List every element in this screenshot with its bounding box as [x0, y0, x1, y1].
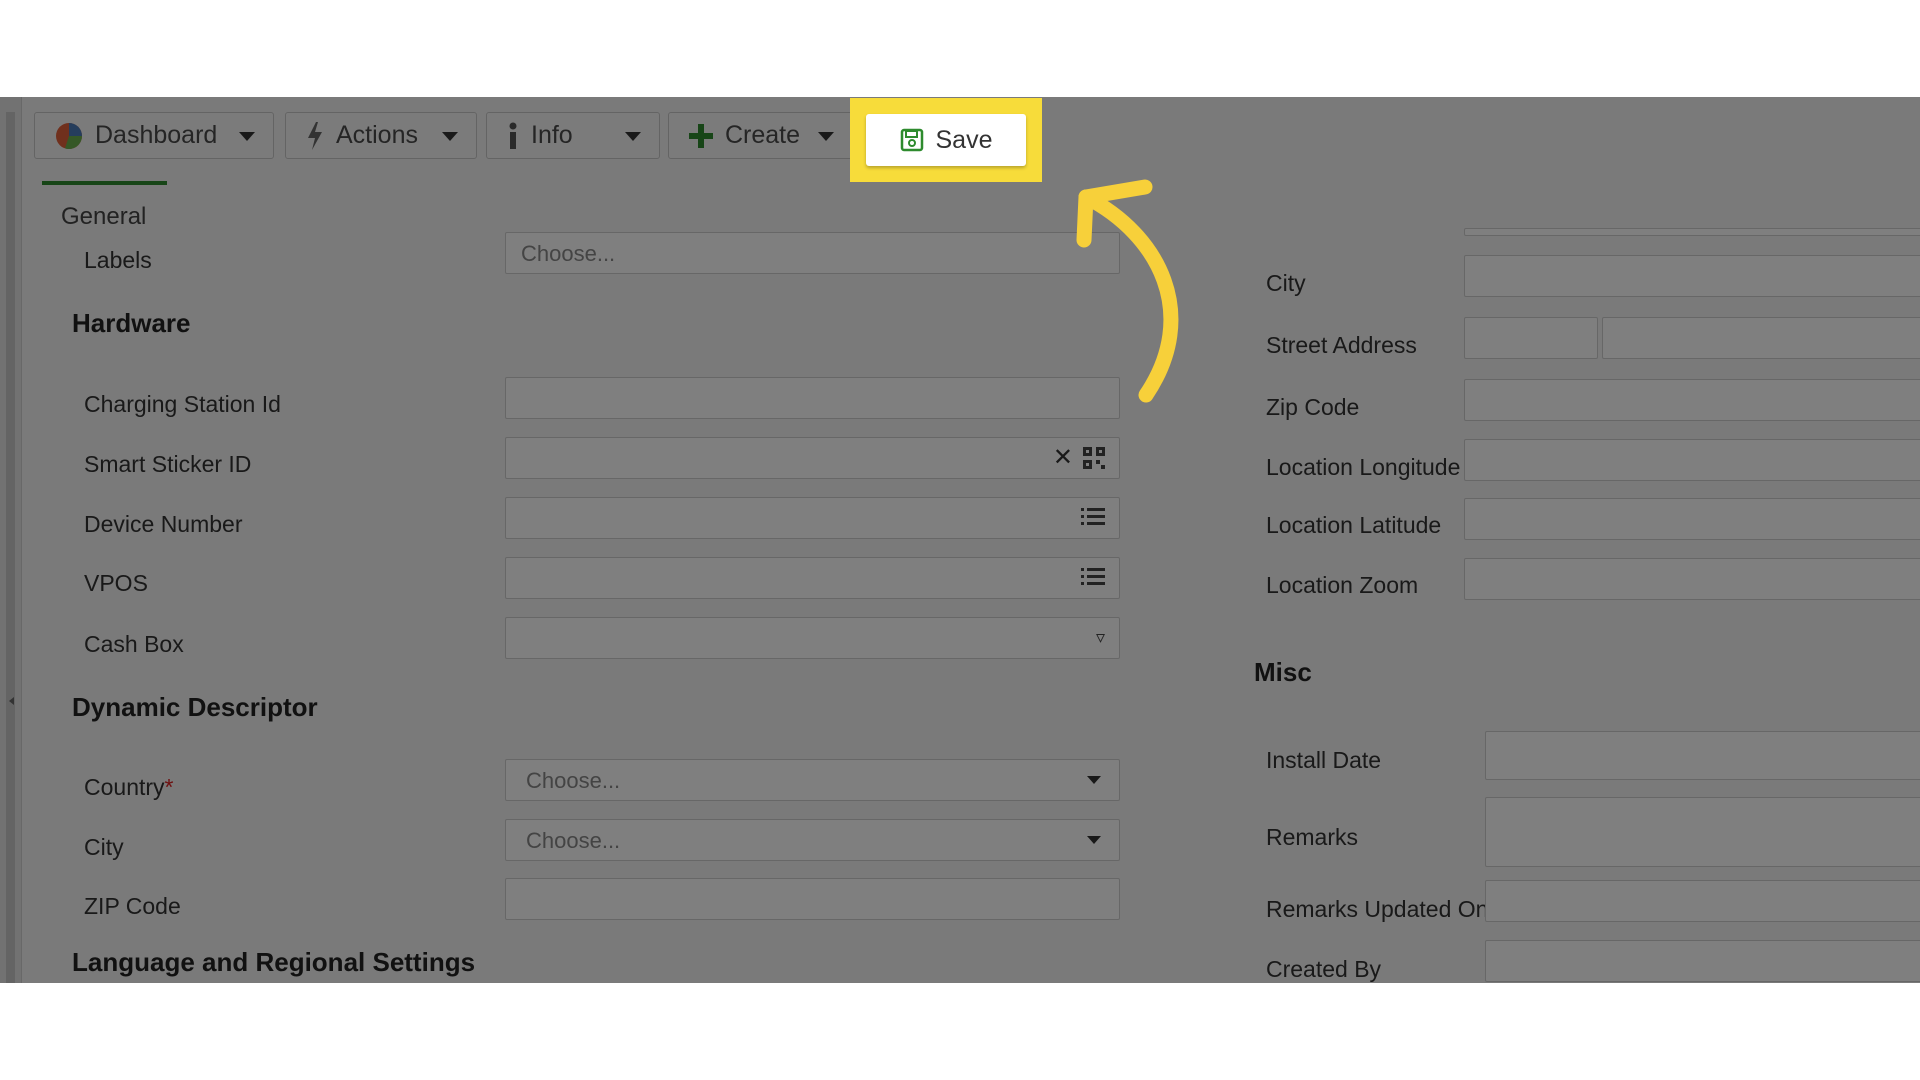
pie-chart-icon — [55, 122, 83, 150]
location-longitude-label: Location Longitude — [1266, 454, 1461, 480]
plus-icon — [689, 123, 713, 148]
zip-code-right-label: Zip Code — [1266, 394, 1360, 420]
rail-bar — [6, 112, 15, 983]
country-label: Country* — [84, 774, 174, 800]
create-button[interactable]: Create — [668, 112, 853, 159]
info-button[interactable]: Info — [486, 112, 660, 159]
city-label: City — [84, 834, 124, 860]
save-label: Save — [935, 125, 993, 154]
street-address-label: Street Address — [1266, 332, 1417, 358]
city-right-field[interactable] — [1464, 255, 1920, 297]
save-button[interactable]: Save — [866, 114, 1026, 166]
arrow-pointer — [1076, 179, 1179, 403]
collapse-arrow-icon[interactable] — [9, 697, 14, 705]
create-label: Create — [725, 121, 801, 149]
list-icon[interactable] — [1081, 507, 1105, 531]
left-rail — [0, 97, 22, 983]
required-mark: * — [164, 774, 174, 800]
street-address-field[interactable] — [1602, 317, 1920, 359]
cash-box-select[interactable]: ▿ — [505, 617, 1120, 659]
right-top-field-edge — [1464, 228, 1920, 236]
chevron-down-icon — [239, 132, 255, 141]
zip-code-label: ZIP Code — [84, 893, 181, 919]
remarks-updated-on-label: Remarks Updated On — [1266, 896, 1489, 922]
dynamic-descriptor-heading: Dynamic Descriptor — [72, 692, 318, 722]
country-select[interactable]: Choose... — [505, 759, 1120, 801]
clear-icon[interactable]: ✕ — [1053, 446, 1073, 470]
bolt-icon — [306, 121, 324, 150]
location-longitude-field[interactable] — [1464, 439, 1920, 481]
app-screenshot: Dashboard Actions Info Create General La… — [0, 97, 1920, 983]
device-number-field[interactable] — [505, 497, 1120, 539]
actions-label: Actions — [336, 121, 418, 149]
install-date-field[interactable] — [1485, 731, 1920, 780]
dashboard-label: Dashboard — [95, 121, 218, 149]
info-icon — [507, 122, 519, 150]
dashboard-button[interactable]: Dashboard — [34, 112, 274, 159]
save-highlight-box: Save — [850, 98, 1042, 182]
city-select[interactable]: Choose... — [505, 819, 1120, 861]
chevron-down-icon — [625, 132, 641, 141]
remarks-field[interactable] — [1485, 797, 1920, 867]
zip-code-right-field[interactable] — [1464, 379, 1920, 421]
smart-sticker-id-label: Smart Sticker ID — [84, 451, 252, 477]
smart-sticker-id-field[interactable]: ✕ — [505, 437, 1120, 479]
location-zoom-field[interactable] — [1464, 558, 1920, 600]
labels-field[interactable]: Choose... — [505, 232, 1120, 274]
created-by-field[interactable] — [1485, 940, 1920, 982]
charging-station-id-field[interactable] — [505, 377, 1120, 419]
vpos-label: VPOS — [84, 570, 148, 596]
chevron-down-icon — [818, 132, 834, 141]
install-date-label: Install Date — [1266, 747, 1382, 773]
form-body: Labels Choose... Hardware Charging Stati… — [42, 228, 1920, 983]
vpos-field[interactable] — [505, 557, 1120, 599]
labels-label: Labels — [84, 247, 152, 273]
list-icon[interactable] — [1081, 567, 1105, 591]
actions-button[interactable]: Actions — [285, 112, 477, 159]
caret-down-outline-icon: ▿ — [1095, 627, 1105, 647]
location-latitude-label: Location Latitude — [1266, 512, 1442, 538]
caret-down-icon — [1087, 836, 1101, 844]
charging-station-id-label: Charging Station Id — [84, 391, 281, 417]
location-zoom-label: Location Zoom — [1266, 572, 1419, 598]
hardware-heading: Hardware — [72, 308, 191, 338]
city-right-label: City — [1266, 270, 1306, 296]
zip-code-field[interactable] — [505, 878, 1120, 920]
tab-general[interactable]: General — [42, 181, 167, 238]
location-latitude-field[interactable] — [1464, 498, 1920, 540]
language-regional-heading: Language and Regional Settings — [72, 947, 476, 977]
created-by-label: Created By — [1266, 956, 1382, 982]
caret-down-icon — [1087, 776, 1101, 784]
info-label: Info — [531, 121, 573, 149]
qr-code-icon[interactable] — [1083, 447, 1105, 473]
device-number-label: Device Number — [84, 511, 243, 537]
save-icon — [900, 128, 924, 152]
remarks-label: Remarks — [1266, 824, 1359, 850]
chevron-down-icon — [442, 132, 458, 141]
misc-heading: Misc — [1254, 657, 1312, 687]
remarks-updated-on-field[interactable] — [1485, 880, 1920, 922]
cash-box-label: Cash Box — [84, 631, 184, 657]
street-number-field[interactable] — [1464, 317, 1598, 359]
